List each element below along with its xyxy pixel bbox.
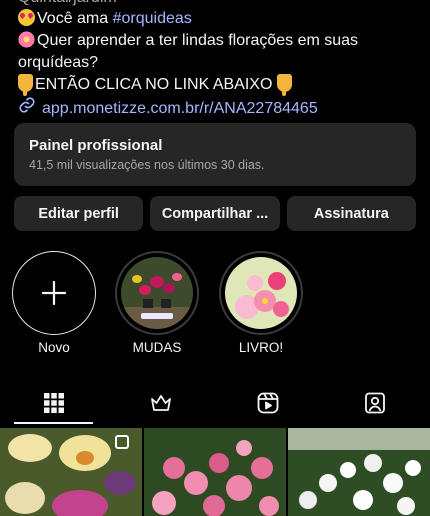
plus-icon: [41, 280, 67, 306]
bio-link[interactable]: app.monetizze.com.br/r/ANA22784465: [18, 96, 418, 121]
highlight-new-label: Novo: [38, 340, 70, 355]
bio-line-1: Você ama #orquideas: [18, 8, 418, 30]
edit-profile-button[interactable]: Editar perfil: [14, 196, 144, 231]
tab-grid[interactable]: [0, 380, 107, 426]
highlight-mudas-image: [121, 257, 193, 329]
link-icon: [18, 96, 36, 121]
posts-grid: [0, 428, 430, 516]
profile-tabs: [0, 380, 430, 426]
tab-tagged[interactable]: [321, 380, 428, 426]
crown-icon: [150, 395, 171, 411]
flower-emoji-icon: [18, 31, 35, 48]
professional-dashboard[interactable]: Painel profissional 41,5 mil visualizaçõ…: [14, 123, 416, 186]
bio-line-2: Quer aprender a ter lindas florações em …: [18, 30, 418, 52]
hashtag-link[interactable]: #orquideas: [113, 10, 192, 27]
tab-subscriptions[interactable]: [107, 380, 214, 426]
heart-eyes-emoji-icon: [18, 9, 35, 26]
reels-icon: [257, 392, 278, 414]
post-thumbnail[interactable]: [144, 428, 286, 516]
bio-line-2-text: Quer aprender a ter lindas florações em …: [37, 32, 359, 49]
pointing-down-emoji-icon: [276, 74, 292, 96]
bio-link-text[interactable]: app.monetizze.com.br/r/ANA22784465: [42, 98, 318, 120]
highlight-mudas-ring[interactable]: [115, 251, 199, 335]
subscription-button[interactable]: Assinatura: [286, 196, 416, 231]
professional-dashboard-subtitle: 41,5 mil visualizações nos últimos 30 di…: [29, 158, 265, 172]
grid-icon: [43, 393, 64, 413]
highlight-livro-image: [225, 257, 297, 329]
tab-reels[interactable]: [214, 380, 321, 426]
highlight-mudas[interactable]: MUDAS: [114, 251, 200, 355]
profile-bio: Quintal/jardim Você ama #orquideas Quer …: [18, 0, 418, 121]
highlight-new-ring[interactable]: [12, 251, 96, 335]
tagged-icon: [364, 392, 385, 414]
highlight-mudas-label: MUDAS: [132, 340, 182, 355]
bio-line-3: orquídeas?: [18, 54, 99, 71]
bio-line-4-text: ENTÃO CLICA NO LINK ABAIXO: [35, 76, 273, 93]
profile-actions: Editar perfil Compartilhar ... Assinatur…: [14, 196, 416, 231]
bio-line-4: ENTÃO CLICA NO LINK ABAIXO: [18, 74, 418, 96]
highlight-livro-label: LIVRO!: [238, 340, 284, 355]
pointing-down-emoji-icon: [18, 74, 33, 96]
highlight-livro-ring[interactable]: [219, 251, 303, 335]
bio-line-1-text: Você ama: [37, 10, 113, 27]
highlight-livro[interactable]: LIVRO!: [218, 251, 304, 355]
professional-dashboard-title: Painel profissional: [29, 137, 163, 154]
highlight-new[interactable]: Novo: [11, 251, 97, 355]
post-thumbnail[interactable]: [288, 428, 430, 516]
share-profile-button[interactable]: Compartilhar ...: [150, 196, 280, 231]
post-thumbnail[interactable]: [0, 428, 142, 516]
